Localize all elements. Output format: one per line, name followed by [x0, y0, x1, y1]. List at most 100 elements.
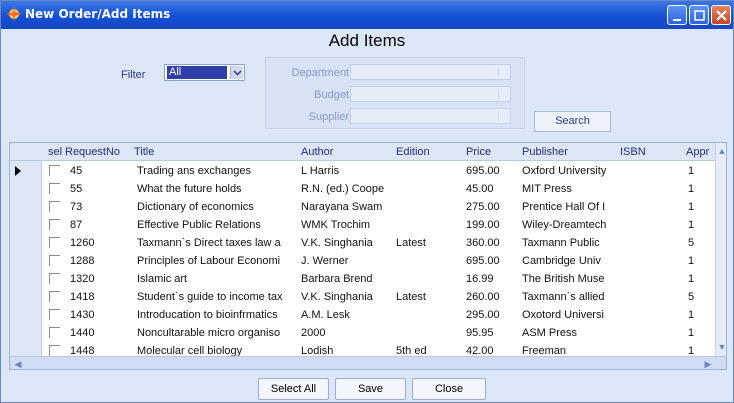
table-row[interactable]: 1430 Introducation to bioinfrmatics A.M. L… — [10, 306, 726, 324]
cell-appr: 1 — [688, 309, 695, 321]
grid-header: sel RequestNo Title Author Edition Price… — [10, 143, 726, 161]
cell-price: 275.00 — [466, 201, 500, 213]
cell-author: A.M. Lesk — [301, 309, 350, 321]
table-row[interactable]: 1288 Principles of Labour Economi J. Werne… — [10, 252, 726, 270]
cell-publisher: Taxmann Public — [522, 237, 600, 249]
cell-appr: 1 — [688, 201, 695, 213]
column-header-author[interactable]: Author — [301, 146, 333, 158]
column-header-price[interactable]: Price — [466, 146, 491, 158]
cell-publisher: The British Muse — [522, 273, 605, 285]
column-header-title[interactable]: Title — [134, 146, 154, 158]
filter-dropdown[interactable]: All — [164, 64, 245, 81]
current-row-indicator-icon — [15, 166, 21, 176]
row-select-checkbox[interactable] — [49, 327, 60, 338]
cell-appr: 1 — [688, 165, 695, 177]
cell-req: 87 — [70, 219, 83, 231]
filter-selected-value: All — [167, 66, 227, 79]
chevron-down-icon — [498, 111, 508, 121]
supplier-label: Supplier — [308, 111, 349, 123]
scroll-right-icon[interactable]: ▶ — [702, 358, 714, 369]
table-row[interactable]: 87 Effective Public Relations WMK Trochim 1… — [10, 216, 726, 234]
table-row[interactable]: 73 Dictionary of economics Narayana Swam 27… — [10, 198, 726, 216]
search-button[interactable]: Search — [534, 111, 611, 132]
minimize-icon — [673, 19, 681, 21]
column-header-isbn[interactable]: ISBN — [620, 146, 646, 158]
chevron-down-icon[interactable] — [230, 66, 243, 79]
row-select-checkbox[interactable] — [49, 309, 60, 320]
filter-fields-panel: Department Budget Supplier — [265, 57, 525, 129]
row-select-checkbox[interactable] — [49, 291, 60, 302]
close-window-button[interactable] — [711, 5, 731, 25]
cell-title: Taxmann`s Direct taxes law a — [137, 237, 281, 249]
close-button[interactable]: Close — [412, 378, 486, 400]
close-icon — [716, 10, 727, 21]
table-row[interactable]: 1440 Noncultarable micro organiso 2000 95.9… — [10, 324, 726, 342]
select-all-button[interactable]: Select All — [258, 378, 329, 400]
row-select-checkbox[interactable] — [49, 237, 60, 248]
cell-req: 1260 — [70, 237, 95, 249]
cell-price: 360.00 — [466, 237, 500, 249]
table-row[interactable]: 1320 Islamic art Barbara Brend 16.99 The Bri… — [10, 270, 726, 288]
row-select-checkbox[interactable] — [49, 273, 60, 284]
cell-publisher: MIT Press — [522, 183, 572, 195]
cell-appr: 1 — [688, 219, 695, 231]
column-header-appr[interactable]: Appr — [686, 146, 714, 158]
scroll-down-icon[interactable]: ▼ — [716, 341, 726, 353]
save-button[interactable]: Save — [335, 378, 406, 400]
title-bar: New Order/Add Items — [1, 1, 733, 29]
cell-publisher: Wiley-Dreamtech — [522, 219, 607, 231]
cell-price: 16.99 — [466, 273, 494, 285]
cell-publisher: Oxotord Universi — [522, 309, 604, 321]
cell-appr: 1 — [688, 327, 695, 339]
table-row[interactable]: 55 What the future holds R.N. (ed.) Coope 4… — [10, 180, 726, 198]
maximize-button[interactable] — [689, 5, 709, 25]
horizontal-scrollbar[interactable]: ◀ ▶ — [10, 356, 726, 369]
scroll-left-icon[interactable]: ◀ — [12, 358, 24, 369]
table-row[interactable]: 1418 Student`s guide to income tax V.K. Si… — [10, 288, 726, 306]
cell-price: 695.00 — [466, 255, 500, 267]
filter-label: Filter — [121, 69, 146, 81]
cell-appr: 1 — [688, 183, 695, 195]
cell-title: Student`s guide to income tax — [137, 291, 283, 303]
cell-publisher: Prentice Hall Of I — [522, 201, 606, 213]
app-star-icon — [6, 6, 22, 22]
column-header-publisher[interactable]: Publisher — [522, 146, 568, 158]
cell-req: 45 — [70, 165, 83, 177]
department-label: Department — [291, 67, 349, 79]
cell-title: Noncultarable micro organiso — [137, 327, 281, 339]
add-items-window: New Order/Add Items Add Items Filter All… — [0, 0, 734, 403]
row-select-checkbox[interactable] — [49, 345, 60, 356]
table-row[interactable]: 45 Trading ans exchanges L Harris 695.00 Oxf… — [10, 162, 726, 180]
cell-req: 1430 — [70, 309, 95, 321]
window-title: New Order/Add Items — [25, 7, 171, 21]
cell-title: Islamic art — [137, 273, 188, 285]
department-dropdown[interactable] — [350, 64, 511, 80]
row-select-checkbox[interactable] — [49, 183, 60, 194]
page-title: Add Items — [328, 31, 406, 50]
column-header-requestno[interactable]: RequestNo — [65, 146, 120, 158]
minimize-button[interactable] — [667, 5, 687, 25]
row-select-checkbox[interactable] — [49, 255, 60, 266]
scroll-up-icon[interactable]: ▲ — [716, 145, 726, 157]
cell-publisher: Taxmann`s allied — [522, 291, 605, 303]
row-select-checkbox[interactable] — [49, 201, 60, 212]
cell-title: What the future holds — [137, 183, 242, 195]
cell-appr: 1 — [688, 273, 695, 285]
cell-author: 2000 — [301, 327, 326, 339]
cell-price: 45.00 — [466, 183, 494, 195]
row-select-checkbox[interactable] — [49, 165, 60, 176]
cell-publisher: ASM Press — [522, 327, 578, 339]
column-header-sel[interactable]: sel — [48, 146, 62, 158]
supplier-dropdown[interactable] — [350, 108, 511, 124]
cell-req: 1418 — [70, 291, 95, 303]
cell-title: Introducation to bioinfrmatics — [137, 309, 278, 321]
vertical-scrollbar[interactable]: ▲ ▼ — [715, 143, 726, 356]
cell-price: 95.95 — [466, 327, 494, 339]
row-select-checkbox[interactable] — [49, 219, 60, 230]
chevron-down-icon — [498, 67, 508, 77]
column-header-edition[interactable]: Edition — [396, 146, 430, 158]
budget-dropdown[interactable] — [350, 86, 511, 102]
cell-author: L Harris — [301, 165, 340, 177]
table-row[interactable]: 1260 Taxmann`s Direct taxes law a V.K. Sin… — [10, 234, 726, 252]
cell-req: 1440 — [70, 327, 95, 339]
